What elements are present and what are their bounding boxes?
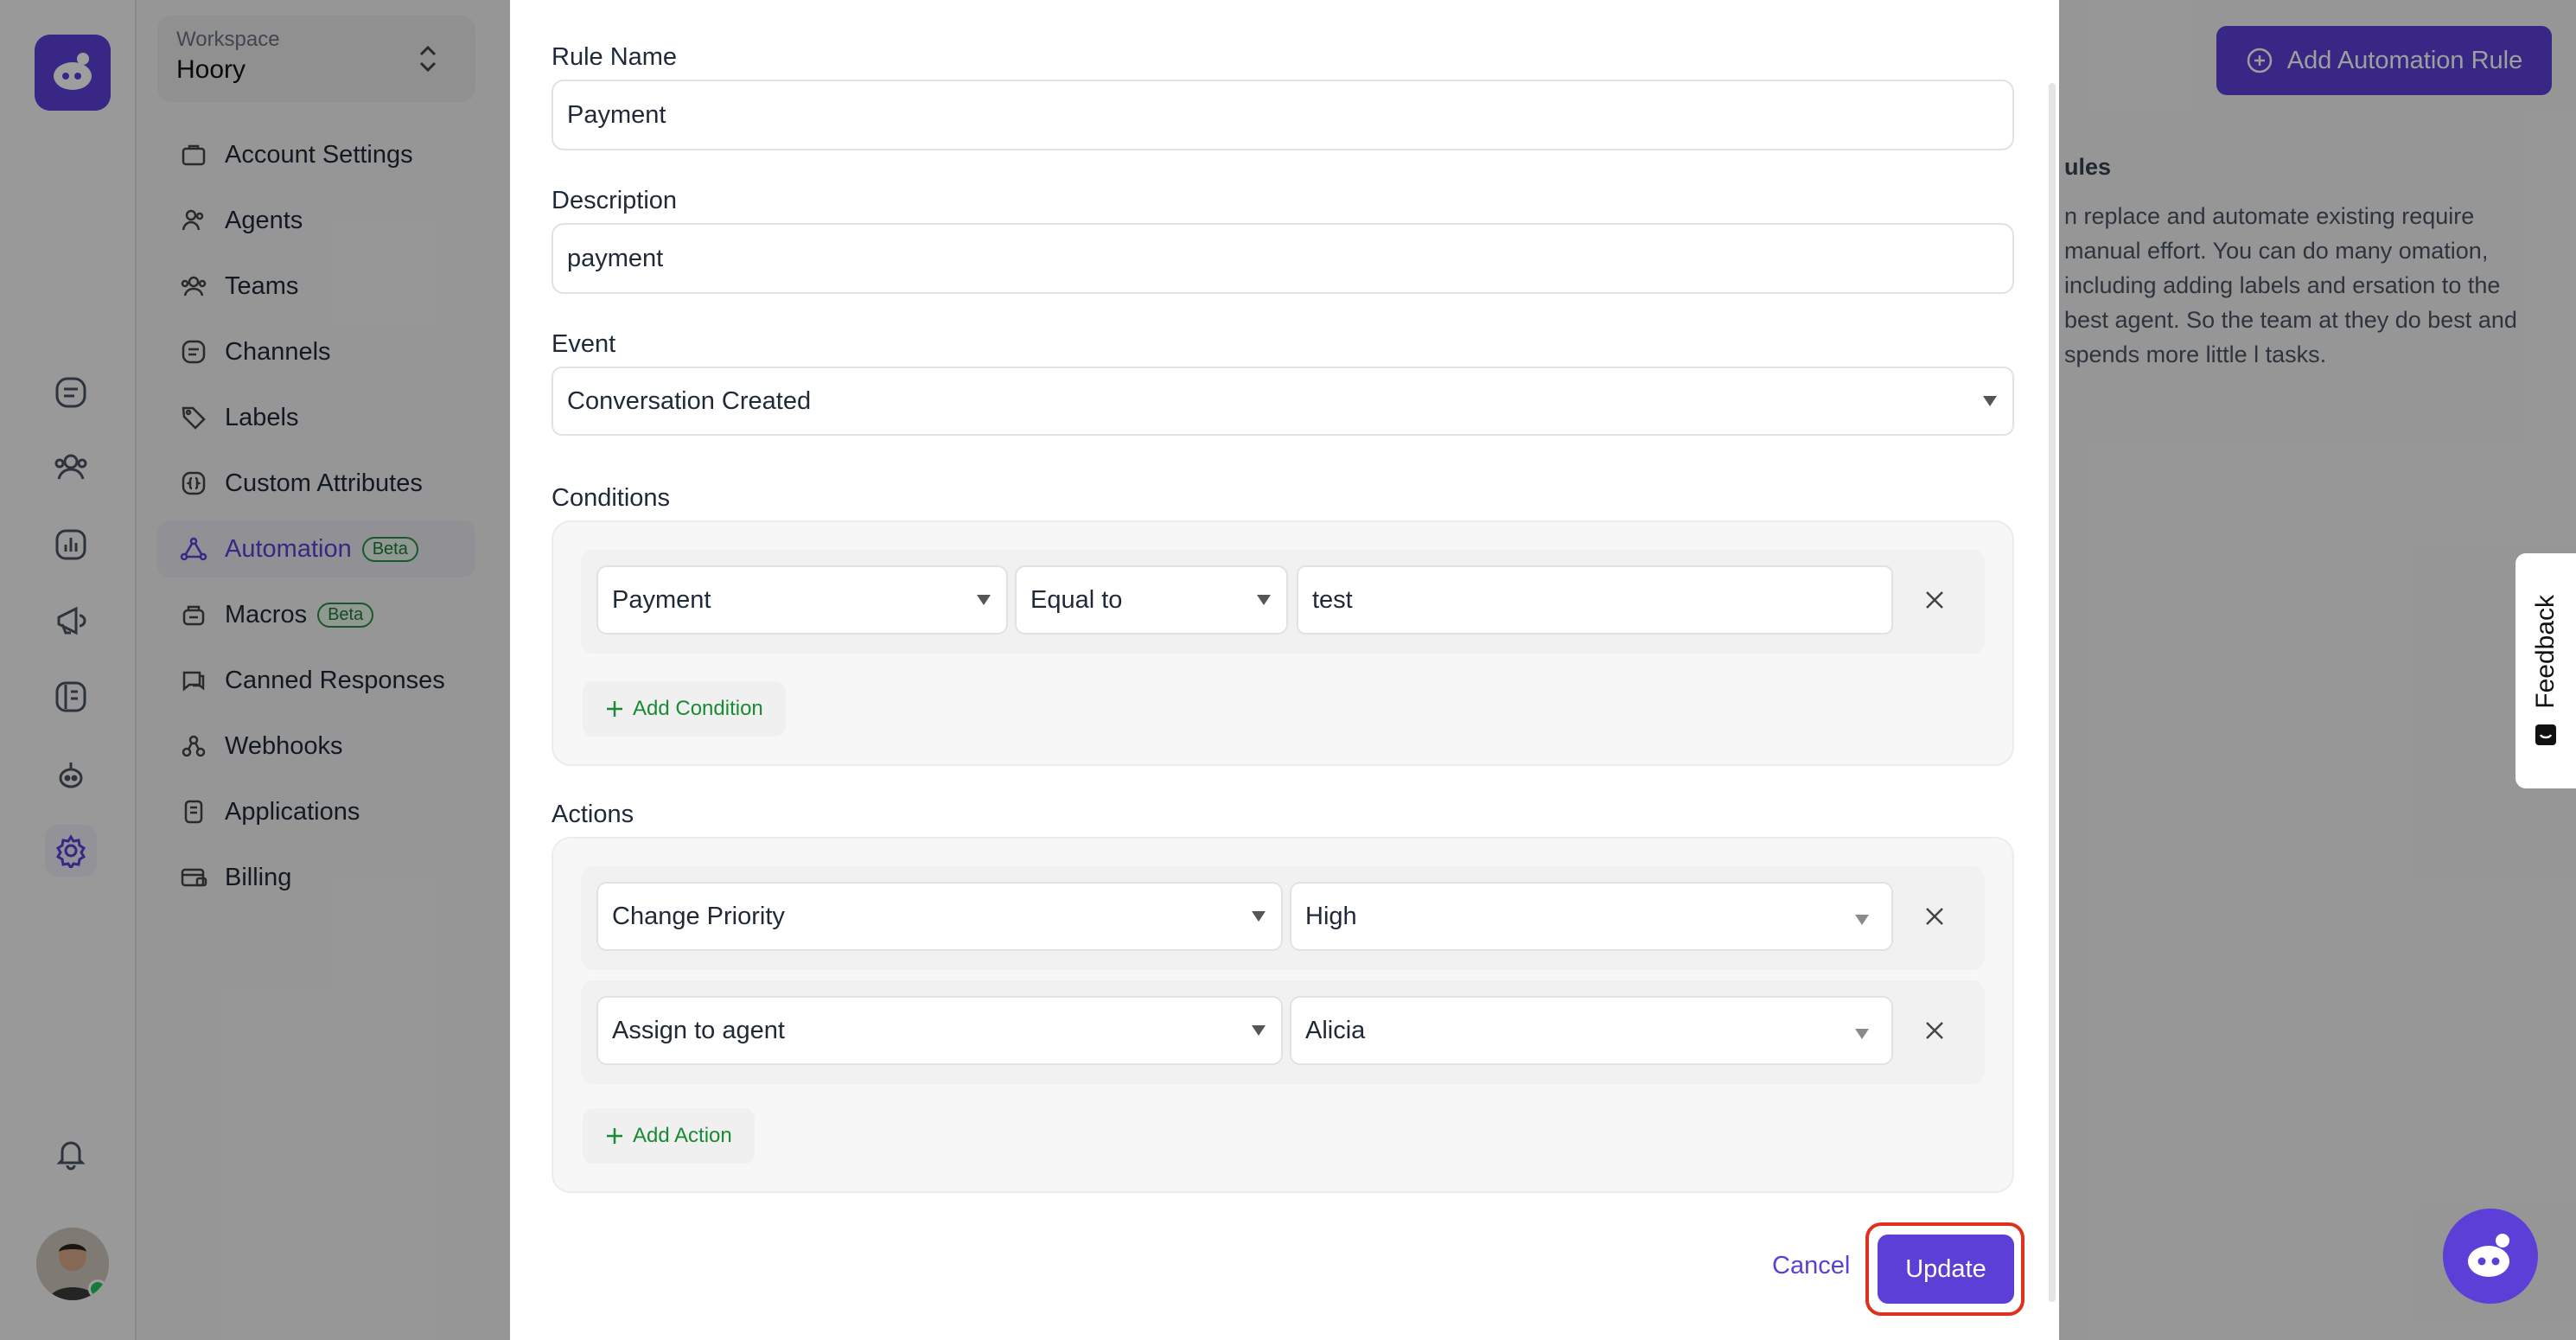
event-label: Event [552, 330, 616, 358]
condition-value-input[interactable]: test [1297, 565, 1893, 635]
action-type-select[interactable]: Assign to agent [596, 996, 1283, 1065]
caret-down-icon [1257, 595, 1271, 605]
event-select[interactable]: Conversation Created [552, 367, 2014, 436]
plus-icon [607, 1128, 622, 1144]
close-icon [1926, 591, 1943, 609]
add-action-label: Add Action [633, 1124, 732, 1147]
condition-attribute-value: Payment [612, 585, 711, 614]
caret-down-icon [977, 595, 991, 605]
description-input[interactable]: payment [552, 223, 2014, 294]
condition-operator-value: Equal to [1030, 585, 1123, 614]
remove-action-button[interactable] [1917, 1013, 1952, 1048]
action-type-select[interactable]: Change Priority [596, 882, 1283, 951]
rule-name-label: Rule Name [552, 43, 678, 71]
rule-name-input[interactable]: Payment [552, 80, 2014, 150]
condition-operator-select[interactable]: Equal to [1015, 565, 1288, 635]
feedback-smile-icon [2535, 724, 2556, 745]
caret-down-icon [1855, 1029, 1869, 1039]
update-button[interactable]: Update [1878, 1235, 2014, 1304]
action-type-value: Assign to agent [612, 1016, 785, 1044]
modal-scrollbar[interactable] [2049, 83, 2056, 1302]
caret-down-icon [1252, 1025, 1266, 1036]
add-condition-label: Add Condition [633, 697, 763, 720]
feedback-tab[interactable]: Feedback [2515, 553, 2576, 788]
condition-attribute-select[interactable]: Payment [596, 565, 1008, 635]
feedback-label: Feedback [2531, 595, 2560, 709]
action-type-value: Change Priority [612, 902, 785, 930]
plus-icon [607, 701, 622, 717]
add-condition-button[interactable]: Add Condition [583, 681, 786, 737]
remove-condition-button[interactable] [1917, 583, 1952, 617]
action-value: Alicia [1305, 1016, 1366, 1044]
event-select-value: Conversation Created [567, 386, 812, 415]
description-label: Description [552, 187, 678, 214]
action-value-select[interactable]: High [1290, 882, 1893, 951]
action-value: High [1305, 902, 1357, 930]
close-icon [1926, 1022, 1943, 1039]
hoory-bot-icon [2468, 1234, 2509, 1277]
condition-value: test [1312, 585, 1353, 614]
conditions-label: Conditions [552, 484, 671, 512]
remove-action-button[interactable] [1917, 899, 1952, 934]
caret-down-icon [1252, 911, 1266, 922]
add-action-button[interactable]: Add Action [583, 1108, 755, 1164]
action-value-select[interactable]: Alicia [1290, 996, 1893, 1065]
chat-widget-button[interactable] [2443, 1209, 2538, 1304]
cancel-button[interactable]: Cancel [1772, 1252, 1850, 1280]
caret-down-icon [1855, 915, 1869, 925]
close-icon [1926, 908, 1943, 925]
actions-label: Actions [552, 801, 634, 828]
caret-down-icon [1983, 396, 1997, 406]
